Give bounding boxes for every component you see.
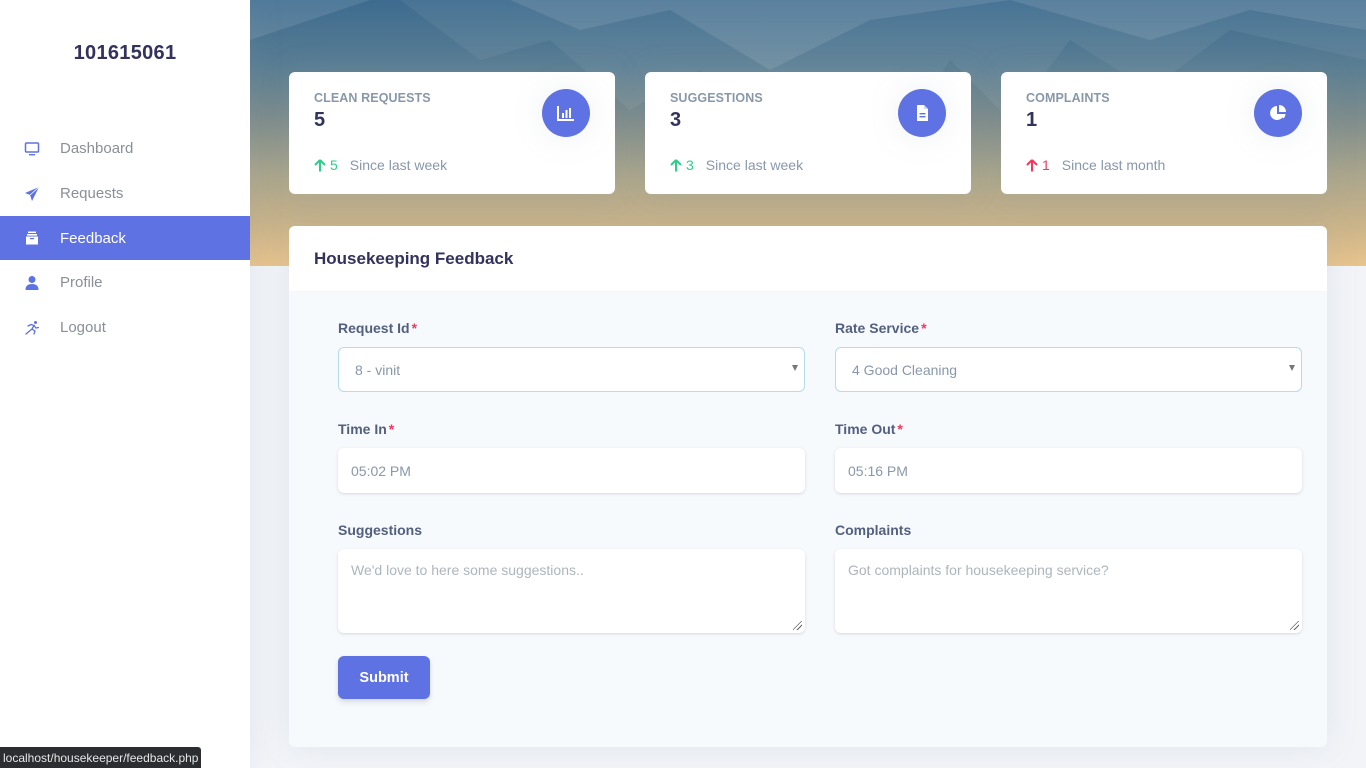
- required-mark: *: [921, 320, 927, 336]
- delta-period: Since last month: [1061, 157, 1166, 173]
- paper-plane-icon: [24, 186, 40, 202]
- complaints-placeholder: Got complaints for housekeeping service?: [848, 562, 1109, 578]
- running-person-icon: [24, 320, 40, 336]
- rate-service-label: Rate Service *: [835, 320, 927, 336]
- stat-footer: 1 Since last month: [1026, 157, 1165, 173]
- sidebar-item-label: Profile: [60, 274, 103, 291]
- time-out-label: Time Out *: [835, 421, 903, 437]
- delta-period: Since last week: [349, 157, 448, 173]
- required-mark: *: [411, 320, 418, 336]
- stat-footer: 5 Since last week: [314, 157, 447, 173]
- delta-period: Since last week: [705, 157, 804, 173]
- sidebar-item-profile[interactable]: Profile: [0, 260, 250, 305]
- request-id-select[interactable]: 8 - vinit: [338, 347, 805, 392]
- time-in-input[interactable]: 05:02 PM: [338, 448, 805, 493]
- browser-status-url: localhost/housekeeper/feedback.php: [0, 747, 202, 768]
- sidebar-item-label: Dashboard: [60, 140, 134, 157]
- arrow-up-icon: [1026, 158, 1038, 171]
- delta-value: 3: [686, 157, 694, 173]
- sidebar-item-dashboard[interactable]: Dashboard: [0, 126, 250, 171]
- stat-card-clean-requests: CLEAN REQUESTS 5 5 Since last week: [289, 72, 615, 194]
- request-id-value: 8 - vinit: [355, 361, 401, 378]
- request-id-label: Request Id *: [338, 320, 418, 336]
- required-mark: *: [897, 421, 903, 437]
- suggestions-placeholder: We'd love to here some suggestions..: [351, 562, 584, 578]
- delta-value: 5: [330, 157, 338, 173]
- bar-chart-icon: [542, 89, 590, 137]
- sidebar-nav: Dashboard Requests Feedback Profile Logo…: [0, 126, 250, 350]
- stat-card-suggestions: SUGGESTIONS 3 3 Since last week: [645, 72, 971, 194]
- delta-indicator: 5: [314, 157, 338, 173]
- suggestions-textarea[interactable]: We'd love to here some suggestions..: [338, 549, 805, 633]
- chevron-down-icon: [1289, 365, 1295, 371]
- stat-card-complaints: COMPLAINTS 1 1 Since last month: [1001, 72, 1327, 194]
- submit-button[interactable]: Submit: [338, 656, 430, 699]
- sidebar-item-label: Feedback: [60, 229, 126, 247]
- feedback-form-card: Housekeeping Feedback Request Id * 8 - vi…: [289, 226, 1327, 747]
- delta-indicator: 3: [670, 157, 694, 173]
- time-out-input[interactable]: 05:16 PM: [835, 448, 1302, 493]
- required-mark: *: [388, 421, 395, 437]
- resize-handle-icon[interactable]: [1290, 621, 1299, 630]
- user-icon: [24, 275, 40, 291]
- rate-service-value: 4 Good Cleaning: [852, 361, 958, 378]
- card-header: Housekeeping Feedback: [289, 226, 1327, 292]
- pie-chart-icon: [1254, 89, 1302, 137]
- complaints-label: Complaints: [835, 522, 912, 538]
- time-out-value: 05:16 PM: [848, 462, 908, 479]
- sidebar-item-feedback[interactable]: Feedback: [0, 216, 250, 260]
- sidebar-item-requests[interactable]: Requests: [0, 171, 250, 216]
- brand-title: 101615061: [73, 42, 177, 64]
- complaints-textarea[interactable]: Got complaints for housekeeping service?: [835, 549, 1302, 633]
- monitor-icon: [24, 141, 40, 157]
- sidebar-item-logout[interactable]: Logout: [0, 305, 250, 350]
- time-in-label: Time In *: [338, 421, 395, 437]
- sidebar-item-label: Requests: [60, 185, 124, 202]
- sidebar-item-label: Logout: [60, 319, 106, 336]
- form-title: Housekeeping Feedback: [314, 248, 514, 268]
- time-in-value: 05:02 PM: [351, 462, 411, 479]
- suggestions-label: Suggestions: [338, 522, 423, 538]
- resize-handle-icon[interactable]: [793, 621, 802, 630]
- chevron-down-icon: [792, 365, 798, 371]
- arrow-up-icon: [670, 158, 682, 171]
- document-icon: [898, 89, 946, 137]
- stat-footer: 3 Since last week: [670, 157, 803, 173]
- rate-service-select[interactable]: 4 Good Cleaning: [835, 347, 1302, 392]
- delta-value: 1: [1042, 157, 1050, 173]
- delta-indicator: 1: [1026, 157, 1050, 173]
- sidebar: 101615061 Dashboard Requests Feedback Pr…: [0, 0, 250, 768]
- archive-box-icon: [24, 230, 40, 246]
- arrow-up-icon: [314, 158, 326, 171]
